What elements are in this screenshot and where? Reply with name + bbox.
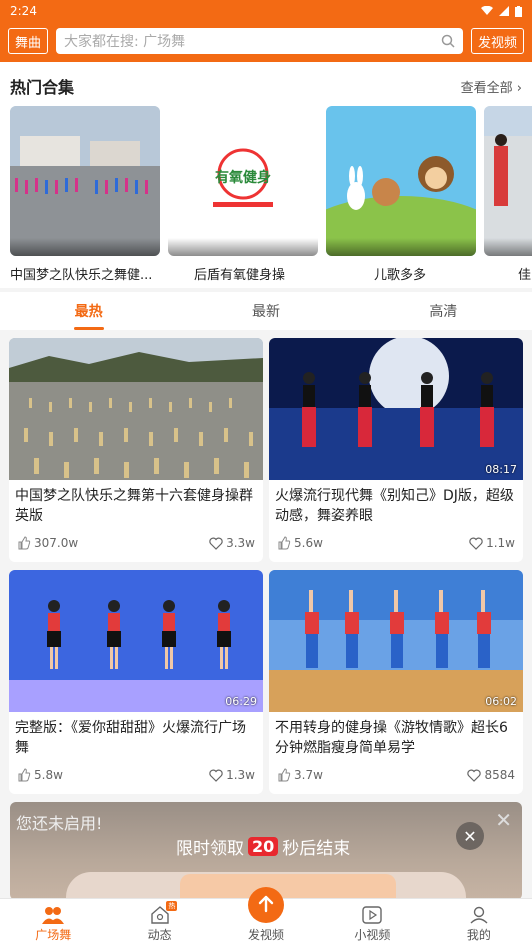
tab-newest[interactable]: 最新 bbox=[177, 292, 354, 330]
heart-icon bbox=[209, 537, 223, 550]
status-bar: 2:24 bbox=[0, 0, 532, 22]
video-card[interactable]: 中国梦之队快乐之舞第十六套健身操群英版 307.0w 3.3w bbox=[9, 338, 263, 562]
thumbs-up-icon bbox=[18, 536, 31, 550]
countdown-badge: 20 bbox=[248, 837, 279, 856]
promo-claim-button[interactable] bbox=[180, 874, 396, 900]
status-time: 2:24 bbox=[10, 4, 37, 18]
hot-collections-section: 热门合集 查看全部 › 中国梦之队快乐之舞健... 有氧健身 后盾有氧健身操 儿… bbox=[0, 62, 532, 288]
upload-arrow-icon[interactable] bbox=[248, 887, 285, 923]
favorite-count[interactable]: 3.3w bbox=[209, 536, 255, 550]
video-title: 中国梦之队快乐之舞第十六套健身操群英版 bbox=[15, 488, 253, 524]
collection-caption: 佳 bbox=[518, 268, 532, 283]
signal-icon bbox=[499, 6, 509, 16]
people-icon bbox=[42, 907, 65, 924]
collection-caption: 儿歌多多 bbox=[374, 268, 427, 283]
video-thumbnail: 06:29 bbox=[9, 570, 263, 712]
top-bar: 2:24 舞曲 大家都在搜: 广场舞 发视频 bbox=[0, 0, 532, 62]
heart-icon bbox=[467, 769, 482, 782]
video-duration: 08:17 bbox=[485, 463, 517, 476]
promo-countdown-text: 限时领取 20 秒后结束 bbox=[176, 837, 351, 859]
battery-icon bbox=[515, 5, 522, 17]
video-title: 完整版：《爱你甜甜甜》火爆流行广场舞 bbox=[15, 720, 246, 756]
search-input[interactable]: 大家都在搜: 广场舞 bbox=[56, 28, 463, 54]
video-card[interactable]: 08:17 火爆流行现代舞《别知己》DJ版，超级动感，舞姿养眼 5.6w 1.1… bbox=[269, 338, 523, 562]
nav-item-square-dance[interactable]: 广场舞 bbox=[0, 899, 106, 946]
thumbs-up-icon bbox=[18, 768, 31, 782]
collection-card[interactable]: 有氧健身 后盾有氧健身操 bbox=[168, 106, 318, 283]
promo-dismiss-icon[interactable]: ✕ bbox=[495, 808, 512, 832]
collection-thumbnail bbox=[326, 106, 476, 256]
nav-item-post-video[interactable]: 发视频 bbox=[213, 887, 319, 946]
video-duration: 06:02 bbox=[485, 695, 517, 708]
video-card[interactable]: 06:02 不用转身的健身操《游牧情歌》超长6分钟燃脂瘦身简单易学 3.7w 8… bbox=[269, 570, 523, 794]
sort-tabs: 最热 最新 高清 bbox=[0, 292, 532, 330]
search-placeholder: 大家都在搜: 广场舞 bbox=[64, 34, 186, 50]
promo-banner[interactable]: 您还未启用! ✕ 限时领取 20 秒后结束 ✕ bbox=[10, 802, 522, 900]
video-thumbnail: 08:17 bbox=[269, 338, 523, 480]
nav-item-feed[interactable]: 热 动态 bbox=[106, 899, 212, 946]
video-card[interactable]: 06:29 完整版：《爱你甜甜甜》火爆流行广场舞 5.8w 1.3w bbox=[9, 570, 263, 794]
wifi-icon bbox=[481, 6, 493, 15]
collections-carousel[interactable]: 中国梦之队快乐之舞健... 有氧健身 后盾有氧健身操 儿歌多多 佳 bbox=[0, 106, 532, 286]
dance-music-button[interactable]: 舞曲 bbox=[8, 28, 49, 54]
search-icon bbox=[441, 34, 455, 48]
like-count[interactable]: 307.0w bbox=[17, 536, 78, 550]
bottom-nav: 广场舞 热 动态 发视频 小视频 我的 bbox=[0, 887, 532, 946]
person-icon bbox=[470, 906, 488, 924]
video-title: 不用转身的健身操《游牧情歌》超长6分钟燃脂瘦身简单易学 bbox=[275, 720, 508, 756]
like-count[interactable]: 5.6w bbox=[277, 536, 323, 550]
video-duration: 06:29 bbox=[225, 695, 257, 708]
tab-hd[interactable]: 高清 bbox=[355, 292, 532, 330]
video-thumbnail: 06:02 bbox=[269, 570, 523, 712]
collection-card[interactable]: 佳 bbox=[484, 106, 532, 283]
favorite-count[interactable]: 8584 bbox=[467, 768, 515, 782]
collection-card[interactable]: 儿歌多多 bbox=[326, 106, 476, 283]
thumbs-up-icon bbox=[278, 768, 291, 782]
like-count[interactable]: 3.7w bbox=[277, 768, 323, 782]
hot-badge: 热 bbox=[166, 901, 178, 911]
collection-caption: 中国梦之队快乐之舞健... bbox=[10, 268, 153, 283]
logo-text: 有氧健身 bbox=[215, 169, 271, 186]
video-thumbnail bbox=[9, 338, 263, 480]
chevron-right-icon: › bbox=[516, 80, 522, 96]
collection-thumbnail bbox=[10, 106, 160, 256]
nav-item-short-video[interactable]: 小视频 bbox=[319, 899, 425, 946]
favorite-count[interactable]: 1.3w bbox=[209, 768, 255, 782]
heart-icon bbox=[209, 769, 223, 782]
collection-thumbnail bbox=[484, 106, 532, 256]
close-icon[interactable]: ✕ bbox=[456, 822, 484, 850]
post-video-button[interactable]: 发视频 bbox=[470, 28, 524, 54]
like-count[interactable]: 5.8w bbox=[17, 768, 63, 782]
collection-caption: 后盾有氧健身操 bbox=[194, 268, 286, 283]
video-title: 火爆流行现代舞《别知己》DJ版，超级动感，舞姿养眼 bbox=[275, 488, 514, 524]
section-title: 热门合集 bbox=[10, 78, 75, 97]
nav-item-me[interactable]: 我的 bbox=[426, 899, 532, 946]
collection-thumbnail: 有氧健身 bbox=[168, 106, 318, 256]
collection-card[interactable]: 中国梦之队快乐之舞健... bbox=[10, 106, 160, 283]
promo-note: 您还未启用! bbox=[16, 814, 103, 833]
thumbs-up-icon bbox=[278, 536, 291, 550]
status-icons bbox=[481, 5, 522, 17]
play-square-icon bbox=[362, 906, 383, 924]
heart-icon bbox=[469, 537, 483, 550]
favorite-count[interactable]: 1.1w bbox=[469, 536, 515, 550]
see-all-link[interactable]: 查看全部 › bbox=[461, 77, 522, 96]
tab-hottest[interactable]: 最热 bbox=[0, 292, 177, 330]
